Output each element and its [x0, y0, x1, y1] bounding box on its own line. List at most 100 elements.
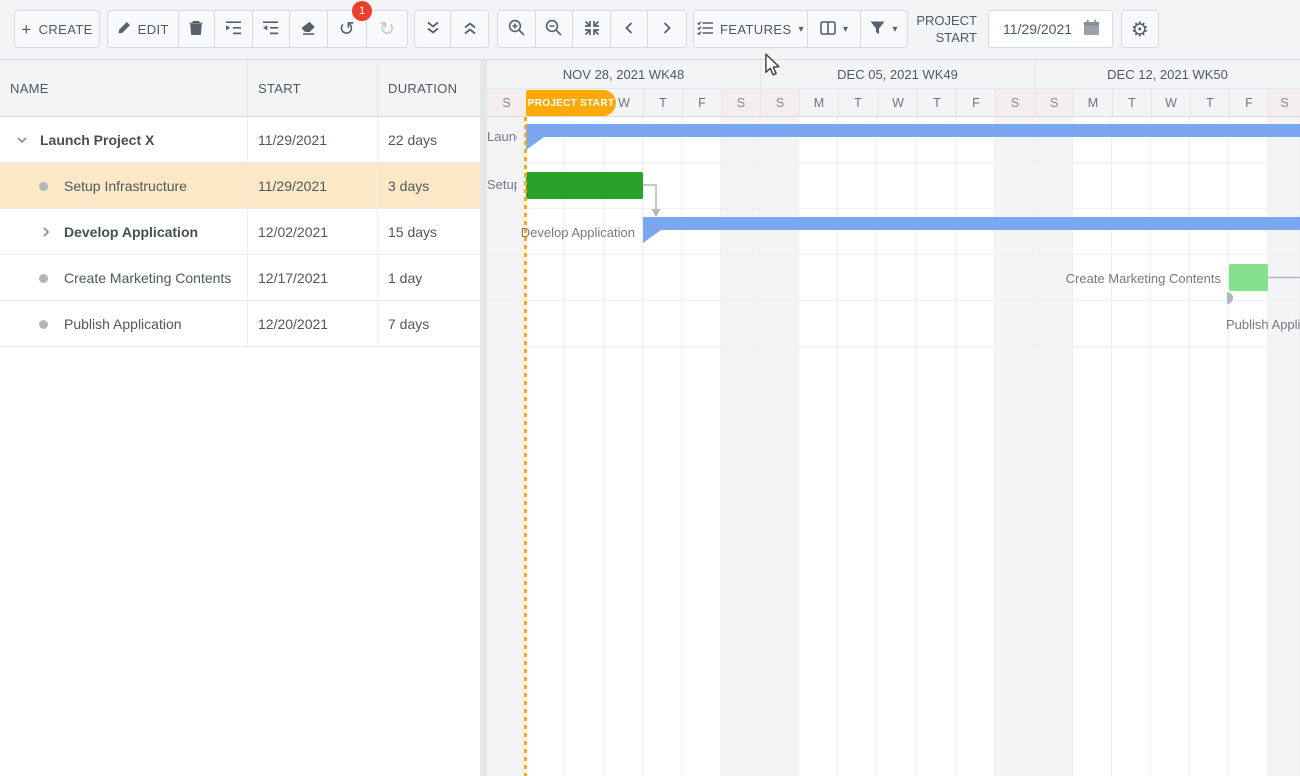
project-start-marker: PROJECT START — [526, 90, 616, 116]
task-bar[interactable] — [1229, 264, 1268, 291]
day-header-cell: T — [643, 89, 682, 116]
task-duration[interactable]: 22 days — [378, 117, 480, 162]
task-duration[interactable]: 7 days — [378, 301, 480, 346]
undo-count-badge: 1 — [352, 1, 372, 21]
shift-next-button[interactable] — [648, 11, 686, 47]
expand-all-button[interactable] — [415, 11, 451, 47]
task-name[interactable]: Publish Application — [64, 316, 182, 332]
edit-button[interactable]: EDIT — [108, 11, 179, 47]
features-group: FEATURES ▾ ▾ ▾ — [693, 10, 908, 48]
collapse-all-button[interactable] — [451, 11, 488, 47]
task-bar[interactable] — [526, 172, 643, 199]
day-header-cell: F — [1229, 89, 1268, 116]
day-header-row: S M T W T F S S M T W T F S S M T W T F — [487, 89, 1300, 117]
task-duration[interactable]: 3 days — [378, 163, 480, 208]
edit-button-label: EDIT — [138, 22, 169, 37]
gantt-chart-body: Launch Project X Setup Infrastructure De… — [487, 117, 1300, 776]
create-button-label: CREATE — [39, 22, 93, 37]
task-start[interactable]: 12/02/2021 — [248, 209, 378, 254]
calendar-icon — [1083, 19, 1100, 39]
chevron-right-icon[interactable] — [40, 226, 52, 238]
create-button[interactable]: + CREATE — [14, 10, 100, 48]
indent-button[interactable] — [215, 11, 253, 47]
task-duration[interactable]: 15 days — [378, 209, 480, 254]
task-start[interactable]: 11/29/2021 — [248, 163, 378, 208]
leaf-bullet-icon — [39, 274, 48, 283]
bar-label: Develop Application — [487, 224, 635, 242]
indent-icon — [225, 21, 242, 38]
bar-label: Create Marketing Contents — [921, 270, 1221, 288]
day-header-cell: S — [1034, 89, 1073, 116]
task-start[interactable]: 12/20/2021 — [248, 301, 378, 346]
day-header-cell: M — [799, 89, 838, 116]
task-name[interactable]: Develop Application — [64, 224, 198, 240]
day-header-cell: T — [917, 89, 956, 116]
grid-header: NAME START DURATION — [0, 60, 480, 117]
day-header-cell: T — [1112, 89, 1151, 116]
day-header-cell: T — [838, 89, 877, 116]
table-row[interactable]: Setup Infrastructure 11/29/2021 3 days — [0, 163, 480, 209]
week-header-cell: NOV 28, 2021 WK48 — [487, 60, 760, 88]
redo-icon: ↻ — [379, 20, 395, 39]
timeline-panel: NOV 28, 2021 WK48 DEC 05, 2021 WK49 DEC … — [487, 60, 1300, 776]
chevron-down-icon[interactable] — [16, 134, 28, 146]
table-row[interactable]: Create Marketing Contents 12/17/2021 1 d… — [0, 255, 480, 301]
task-name[interactable]: Setup Infrastructure — [64, 178, 187, 194]
week-header-cell: DEC 05, 2021 WK49 — [760, 60, 1034, 88]
task-name[interactable]: Create Marketing Contents — [64, 270, 231, 286]
column-header-start[interactable]: START — [248, 60, 378, 116]
project-start-label: PROJECT START — [880, 12, 977, 46]
day-header-cell: S — [995, 89, 1034, 116]
column-header-name[interactable]: NAME — [0, 60, 248, 116]
trash-icon — [189, 20, 203, 39]
week-header-row: NOV 28, 2021 WK48 DEC 05, 2021 WK49 DEC … — [487, 60, 1300, 89]
checklist-icon — [697, 21, 713, 38]
caret-down-icon: ▾ — [799, 24, 804, 35]
zoom-out-button[interactable] — [536, 11, 574, 47]
plus-icon: + — [21, 21, 31, 38]
day-header-cell: F — [956, 89, 995, 116]
day-header-cell: S — [1268, 89, 1300, 116]
features-menu-button[interactable]: FEATURES ▾ — [694, 11, 808, 47]
leaf-bullet-icon — [39, 320, 48, 329]
settings-button[interactable]: ⚙ — [1121, 10, 1159, 48]
compress-icon — [584, 20, 600, 39]
table-row[interactable]: Launch Project X 11/29/2021 22 days — [0, 117, 480, 163]
chevron-right-icon — [663, 22, 671, 37]
zoom-in-button[interactable] — [498, 11, 536, 47]
project-start-date-field[interactable]: 11/29/2021 — [988, 10, 1113, 48]
pencil-icon — [117, 21, 131, 38]
outdent-button[interactable] — [253, 11, 290, 47]
day-header-cell: S — [721, 89, 760, 116]
zoom-to-fit-button[interactable] — [573, 11, 611, 47]
table-row[interactable]: Publish Application 12/20/2021 7 days — [0, 301, 480, 347]
gear-icon: ⚙ — [1131, 19, 1149, 39]
delete-task-button[interactable] — [179, 11, 216, 47]
bar-label: Publish Application — [1226, 316, 1300, 334]
zoom-group — [497, 10, 687, 48]
task-name[interactable]: Launch Project X — [40, 132, 154, 148]
task-start[interactable]: 12/17/2021 — [248, 255, 378, 300]
column-header-duration[interactable]: DURATION — [378, 60, 480, 116]
main-area: NAME START DURATION Launch Project X 11/… — [0, 60, 1300, 776]
eraser-button[interactable] — [290, 11, 328, 47]
shift-previous-button[interactable] — [611, 11, 649, 47]
task-duration[interactable]: 1 day — [378, 255, 480, 300]
double-chevron-down-icon — [427, 21, 439, 38]
bar-label: Launch Project X — [487, 128, 517, 146]
redo-button[interactable]: ↻ — [367, 11, 407, 47]
features-menu-label: FEATURES — [720, 22, 792, 37]
toolbar: + CREATE EDIT ↺ ↻ — [0, 0, 1300, 60]
project-start-label-line2: START — [880, 29, 977, 46]
dependency-lines — [487, 117, 1300, 776]
project-start-line — [524, 117, 527, 776]
double-chevron-up-icon — [464, 21, 476, 38]
day-header-cell: M — [1073, 89, 1112, 116]
column-picker-button[interactable]: ▾ — [808, 11, 862, 47]
week-header-cell: DEC 12, 2021 WK50 — [1034, 60, 1300, 88]
leaf-bullet-icon — [39, 182, 48, 191]
project-start-date-value: 11/29/2021 — [1003, 21, 1073, 37]
table-row[interactable]: Develop Application 12/02/2021 15 days — [0, 209, 480, 255]
grid-chart-splitter[interactable] — [480, 60, 487, 776]
task-start[interactable]: 11/29/2021 — [248, 117, 378, 162]
